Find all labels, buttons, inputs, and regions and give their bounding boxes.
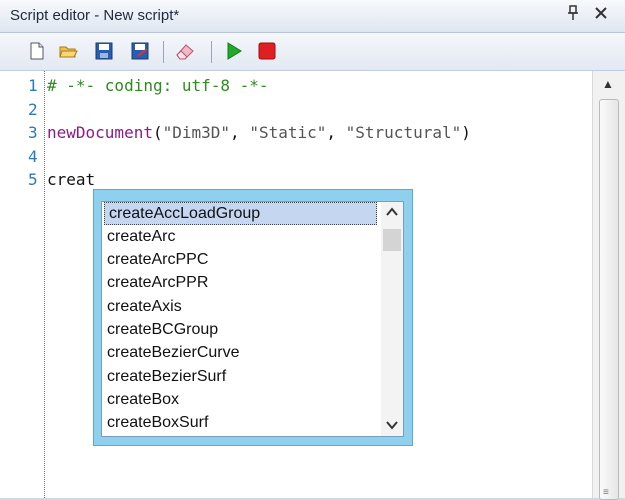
autocomplete-item[interactable]: createArc bbox=[102, 225, 377, 248]
paren-close: ) bbox=[461, 123, 471, 142]
autocomplete-item[interactable]: createBoxSurf bbox=[102, 411, 377, 434]
autocomplete-scroll-thumb[interactable] bbox=[383, 229, 401, 251]
separator-2: , bbox=[326, 123, 346, 142]
autocomplete-item[interactable]: createAxis bbox=[102, 295, 377, 318]
grip-icon: ≡ bbox=[603, 487, 609, 498]
line-number: 5 bbox=[28, 170, 38, 189]
string-arg-1: "Dim3D" bbox=[162, 123, 231, 142]
paren-open: ( bbox=[152, 123, 163, 142]
toolbar-separator bbox=[163, 41, 164, 63]
scroll-up-icon[interactable]: ▲ bbox=[602, 77, 614, 91]
line-number: 2 bbox=[28, 100, 38, 119]
autocomplete-item[interactable]: createArcPPC bbox=[102, 248, 377, 271]
autocomplete-item[interactable]: createArcPPR bbox=[102, 271, 377, 294]
scrollbar-thumb[interactable]: ≡ bbox=[599, 99, 619, 500]
toolbar-separator bbox=[211, 41, 212, 63]
autocomplete-item[interactable]: createBezierSurf bbox=[102, 365, 377, 388]
stop-icon[interactable] bbox=[257, 41, 277, 61]
close-icon[interactable] bbox=[594, 5, 608, 26]
toolbar bbox=[0, 33, 625, 71]
autocomplete-item[interactable]: createBezierCurve bbox=[102, 341, 377, 364]
run-icon[interactable] bbox=[224, 41, 244, 61]
title-bar: Script editor - New script* bbox=[0, 0, 625, 33]
chevron-up-icon[interactable] bbox=[385, 205, 399, 221]
save-as-icon[interactable] bbox=[130, 41, 150, 61]
line-number: 4 bbox=[28, 147, 38, 166]
save-icon[interactable] bbox=[94, 41, 114, 61]
chevron-down-icon[interactable] bbox=[385, 418, 399, 434]
function-name: newDocument bbox=[47, 123, 153, 142]
autocomplete-scrollbar[interactable] bbox=[381, 202, 403, 436]
clear-icon[interactable] bbox=[174, 41, 194, 61]
line-number: 3 bbox=[28, 123, 38, 142]
code-line-1: # -*- coding: utf-8 -*- bbox=[47, 76, 269, 95]
code-line-3: newDocument("Dim3D", "Static", "Structur… bbox=[47, 123, 471, 142]
autocomplete-popup: createAccLoadGroup createArc createArcPP… bbox=[93, 189, 413, 446]
autocomplete-item-selected[interactable]: createAccLoadGroup bbox=[104, 202, 377, 225]
line-number: 1 bbox=[28, 76, 38, 95]
string-arg-2: "Static" bbox=[249, 123, 327, 142]
autocomplete-item[interactable]: createBCGroup bbox=[102, 318, 377, 341]
code-line-5: creat bbox=[47, 170, 96, 189]
editor-scrollbar[interactable]: ▲ ≡ bbox=[592, 71, 625, 500]
separator-1: , bbox=[230, 123, 250, 142]
string-arg-3: "Structural" bbox=[345, 123, 462, 142]
autocomplete-item[interactable]: createBox bbox=[102, 388, 377, 411]
gutter-divider bbox=[44, 71, 45, 498]
open-folder-icon[interactable] bbox=[58, 41, 78, 61]
pin-icon[interactable] bbox=[566, 5, 580, 26]
autocomplete-list[interactable]: createAccLoadGroup createArc createArcPP… bbox=[101, 201, 404, 437]
window-title: Script editor - New script* bbox=[10, 7, 180, 24]
script-editor-window: Script editor - New script* 1 2 3 4 5 # … bbox=[0, 0, 625, 500]
new-document-icon[interactable] bbox=[27, 41, 47, 61]
